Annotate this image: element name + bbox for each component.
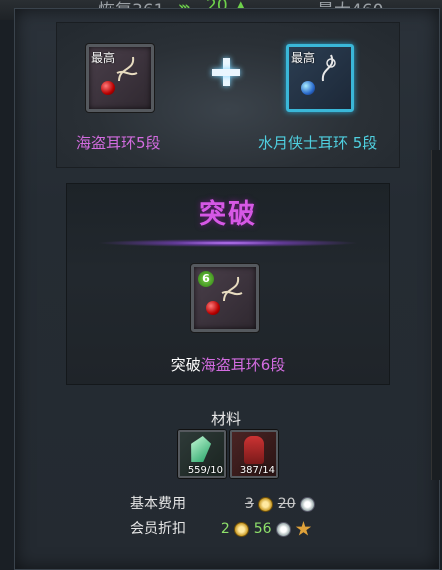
member-discount-label: 会员折扣 (130, 521, 186, 537)
base-cost-label: 基本费用 (130, 496, 186, 512)
base-cost-row: 基本费用 3 20 (130, 493, 316, 513)
member-discount-row: 会员折扣 2 56 (130, 518, 312, 538)
breakthrough-result-area: 突破 6 突破海盗耳环6段 (66, 183, 390, 385)
gold-coin-icon (234, 521, 250, 537)
max-tag: 最高 (91, 51, 116, 65)
base-silver-value: 20 (277, 496, 296, 512)
earring-icon (321, 54, 336, 82)
level-badge: 6 (198, 271, 214, 287)
material-count: 559/10 (187, 465, 223, 476)
red-gem-icon (101, 81, 115, 95)
figure-icon (244, 436, 264, 464)
breakthrough-title: 突破 (199, 199, 257, 230)
materials-label: 材料 (211, 410, 242, 428)
material-slot-figure[interactable]: 387/14 (230, 430, 278, 478)
source-left-name: 海盗耳环5段 (76, 134, 161, 152)
earring-icon (221, 276, 243, 302)
silver-coin-icon (300, 496, 316, 512)
source-right-slot[interactable]: 最高 (286, 44, 354, 112)
result-item-slot[interactable]: 6 (191, 264, 259, 332)
material-slot-crystal[interactable]: 559/10 (178, 430, 226, 478)
result-prefix: 突破 (170, 356, 201, 374)
source-right-name: 水月侠士耳环 5段 (258, 134, 378, 152)
plus-icon (212, 58, 240, 86)
silver-coin-icon (276, 521, 292, 537)
glow-divider (97, 239, 359, 247)
scrollbar[interactable] (431, 150, 440, 480)
material-count: 387/14 (239, 465, 275, 476)
member-silver-value: 56 (253, 521, 272, 537)
source-left-slot[interactable]: 最高 (86, 44, 154, 112)
earring-icon (116, 56, 138, 82)
star-icon (295, 521, 312, 536)
member-gold-value: 2 (220, 521, 230, 537)
gold-coin-icon (258, 496, 274, 512)
red-gem-icon (206, 301, 220, 315)
result-name: 海盗耳环6段 (200, 356, 286, 374)
max-tag: 最高 (291, 51, 316, 65)
crystal-icon (187, 436, 213, 462)
blue-gem-icon (301, 81, 315, 95)
result-text: 突破海盗耳环6段 (67, 354, 389, 375)
base-gold-value: 3 (244, 496, 254, 512)
